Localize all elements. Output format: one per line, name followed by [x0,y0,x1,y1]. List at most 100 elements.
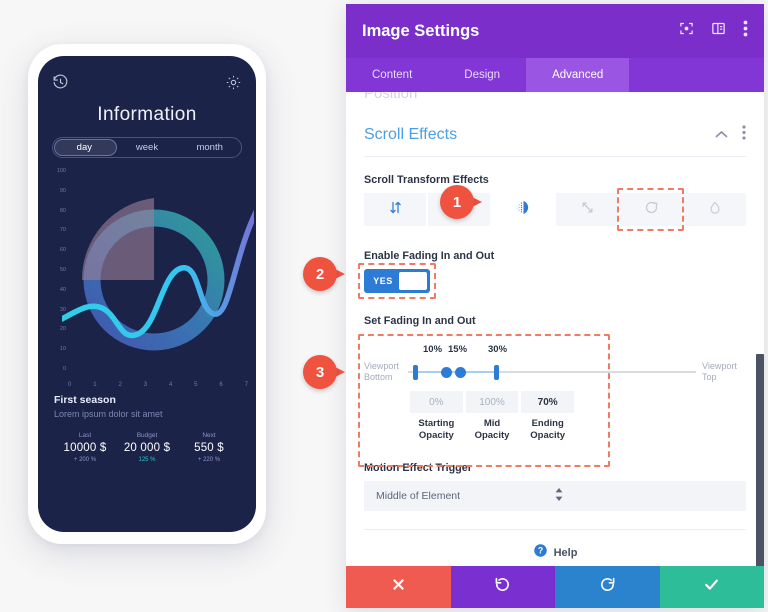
phone-footer: First season Lorem ipsum dolor sit amet … [38,384,256,463]
x-tick: 5 [194,382,198,388]
tab-content[interactable]: Content [346,58,438,92]
callout-3: 3 [303,355,349,389]
gear-icon[interactable] [225,74,242,91]
stat-delta: 125 % [138,457,156,463]
layout-panel-icon[interactable] [711,21,726,41]
image-settings-panel: Image Settings Content Design Advanced S… [346,4,764,608]
effect-blur[interactable] [684,193,746,226]
set-fading-label: Set Fading In and Out [364,315,476,327]
effect-fade-in-out[interactable] [492,193,554,226]
help-circle-icon: ? [533,543,548,563]
x-tick: 7 [244,382,248,388]
chart-graphics [62,198,254,351]
section-controls [715,125,746,145]
undo-button[interactable] [450,566,555,608]
enable-fading-label: Enable Fading In and Out [364,250,495,262]
phone-topbar [38,56,256,96]
tick-label-end: 30% [488,344,508,355]
scroll-transform-effects-row [364,188,746,231]
starting-opacity-input[interactable]: 0% [410,391,463,413]
chevron-up-icon[interactable] [715,126,728,144]
callout-number: 1 [440,185,474,219]
panel-scrollbar[interactable] [756,354,764,566]
stat-value: 550 $ [194,442,224,454]
motion-effect-trigger-value: Middle of Element [376,490,461,502]
help-label: Help [553,547,578,559]
effect-scaling[interactable] [556,193,618,226]
fade-in-out-icon [514,199,533,221]
section-divider [364,156,746,157]
ending-opacity-cell: 70% Ending Opacity [521,391,575,442]
callout-number: 2 [303,257,337,291]
x-tick: 6 [219,382,223,388]
chart-x-axis: 0 1 2 3 4 5 6 7 [68,382,248,388]
period-segmented-control[interactable]: day week month [52,137,242,158]
x-tick: 4 [168,382,173,388]
x-tick: 1 [93,382,97,388]
slider-handle-mid-b[interactable] [455,367,466,378]
mid-opacity-input[interactable]: 100% [465,391,519,413]
segment-week[interactable]: week [116,138,179,157]
phone-mockup: Information day week month 100 90 80 70 … [28,44,266,544]
slider-handle-mid-a[interactable] [441,367,452,378]
fading-slider-track[interactable] [408,362,696,382]
x-tick: 2 [118,382,122,388]
position-section-heading: Position [364,92,746,99]
save-button[interactable] [659,566,764,608]
phone-chart: 100 90 80 70 60 50 40 30 20 10 0 0 1 2 3… [38,162,256,388]
stat-value: 10000 $ [63,442,107,454]
slider-tick-labels: 10% 15% 30% [406,344,746,358]
toggle-knob [399,272,427,290]
effect-rotating[interactable] [620,193,682,226]
close-x-icon [391,577,406,597]
more-vertical-icon[interactable] [743,20,748,42]
scroll-effects-section-header: Scroll Effects [364,125,746,145]
effect-vertical-motion[interactable] [364,193,426,226]
motion-effect-trigger-label: Motion Effect Trigger [364,462,472,474]
motion-effect-trigger-select[interactable]: Middle of Element [364,481,746,511]
mid-opacity-label: Mid Opacity [474,418,510,441]
stat-value: 20 000 $ [123,442,171,454]
slider-handle-end[interactable] [494,365,499,380]
focus-target-icon[interactable] [679,21,694,41]
scaling-icon [580,200,595,220]
season-title: First season [54,394,116,406]
check-icon [703,576,720,598]
undo-arrow-icon [494,576,511,598]
ending-opacity-input[interactable]: 70% [521,391,575,413]
tab-advanced[interactable]: Advanced [526,58,630,92]
stat-delta: + 200 % [73,457,97,463]
opacity-inputs-row: 0% Starting Opacity 100% Mid Opacity 70%… [410,391,575,442]
segment-day[interactable]: day [53,138,116,157]
blur-icon [708,200,722,220]
panel-body: Position Scroll Effects Scr [346,92,764,566]
cancel-button[interactable] [346,566,451,608]
phone-page-title: Information [97,104,197,125]
stats-row: Last 10000 $ + 200 % Budget 20 000 $ 125… [54,432,240,463]
viewport-bottom-label: Viewport Bottom [364,361,399,382]
season-subtitle: Lorem ipsum dolor sit amet [54,409,163,419]
ending-opacity-label: Ending Opacity [530,418,566,441]
stat-last: Last 10000 $ + 200 % [54,432,116,463]
callout-1: 1 [440,185,486,219]
panel-action-bar [346,566,764,608]
more-vertical-icon[interactable] [742,125,746,145]
fading-slider-group: 10% 15% 30% Viewport Bottom Viewport Top [358,334,746,467]
rotating-icon [644,200,659,220]
redo-button[interactable] [555,566,660,608]
slider-handle-start[interactable] [413,365,418,380]
tab-design[interactable]: Design [438,58,526,92]
help-row[interactable]: ? Help [364,530,746,566]
stat-delta: + 220 % [197,457,221,463]
starting-opacity-label: Starting Opacity [418,418,455,441]
segment-month[interactable]: month [178,138,241,157]
stat-label: Budget [136,432,158,439]
stat-label: Last [78,432,92,439]
panel-tabs: Content Design Advanced [346,58,764,92]
history-clock-icon[interactable] [52,74,69,91]
vertical-motion-icon [388,200,403,220]
panel-header: Image Settings [346,4,764,58]
callout-number: 3 [303,355,337,389]
enable-fading-toggle[interactable]: YES [364,269,430,293]
callout-2: 2 [303,257,349,291]
